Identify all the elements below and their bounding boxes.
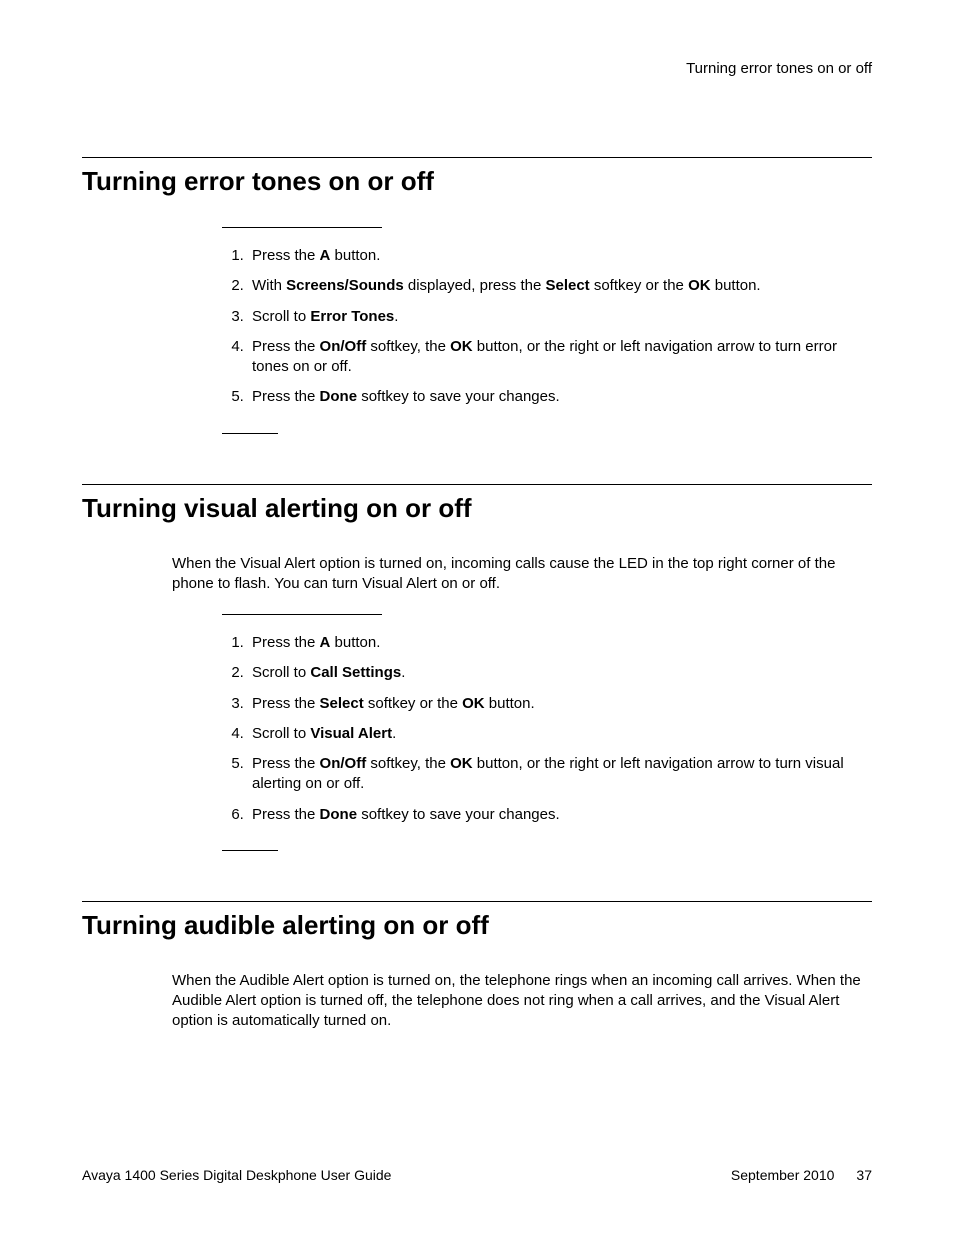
steps-list: Press the A button. With Screens/Sounds d… — [222, 246, 872, 408]
footer-page-number: 37 — [856, 1167, 872, 1183]
section-intro: When the Visual Alert option is turned o… — [172, 554, 872, 595]
step-item: Scroll to Call Settings. — [248, 663, 872, 683]
step-item: Press the On/Off softkey, the OK button,… — [248, 754, 872, 795]
section-divider — [82, 157, 872, 158]
footer-right: September 2010 37 — [731, 1167, 872, 1183]
step-item: With Screens/Sounds displayed, press the… — [248, 276, 872, 296]
step-item: Scroll to Error Tones. — [248, 307, 872, 327]
step-item: Press the A button. — [248, 633, 872, 653]
steps-start-rule — [222, 227, 382, 228]
step-item: Press the Done softkey to save your chan… — [248, 805, 872, 825]
steps-end-rule — [222, 850, 278, 851]
section-divider — [82, 901, 872, 902]
section-intro: When the Audible Alert option is turned … — [172, 971, 872, 1032]
running-header: Turning error tones on or off — [82, 60, 872, 77]
step-item: Press the Select softkey or the OK butto… — [248, 694, 872, 714]
section-title: Turning audible alerting on or off — [82, 910, 872, 941]
section-title: Turning error tones on or off — [82, 166, 872, 197]
step-item: Press the A button. — [248, 246, 872, 266]
document-page: Turning error tones on or off Turning er… — [0, 0, 954, 1235]
footer-doc-title: Avaya 1400 Series Digital Deskphone User… — [82, 1167, 391, 1183]
page-footer: Avaya 1400 Series Digital Deskphone User… — [82, 1167, 872, 1183]
step-item: Press the On/Off softkey, the OK button,… — [248, 337, 872, 378]
steps-end-rule — [222, 433, 278, 434]
steps-start-rule — [222, 614, 382, 615]
section-title: Turning visual alerting on or off — [82, 493, 872, 524]
steps-list: Press the A button. Scroll to Call Settin… — [222, 633, 872, 825]
footer-date: September 2010 — [731, 1167, 835, 1183]
step-item: Press the Done softkey to save your chan… — [248, 387, 872, 407]
section-divider — [82, 484, 872, 485]
step-item: Scroll to Visual Alert. — [248, 724, 872, 744]
sections-container: Turning error tones on or off Press the A… — [82, 157, 872, 1032]
